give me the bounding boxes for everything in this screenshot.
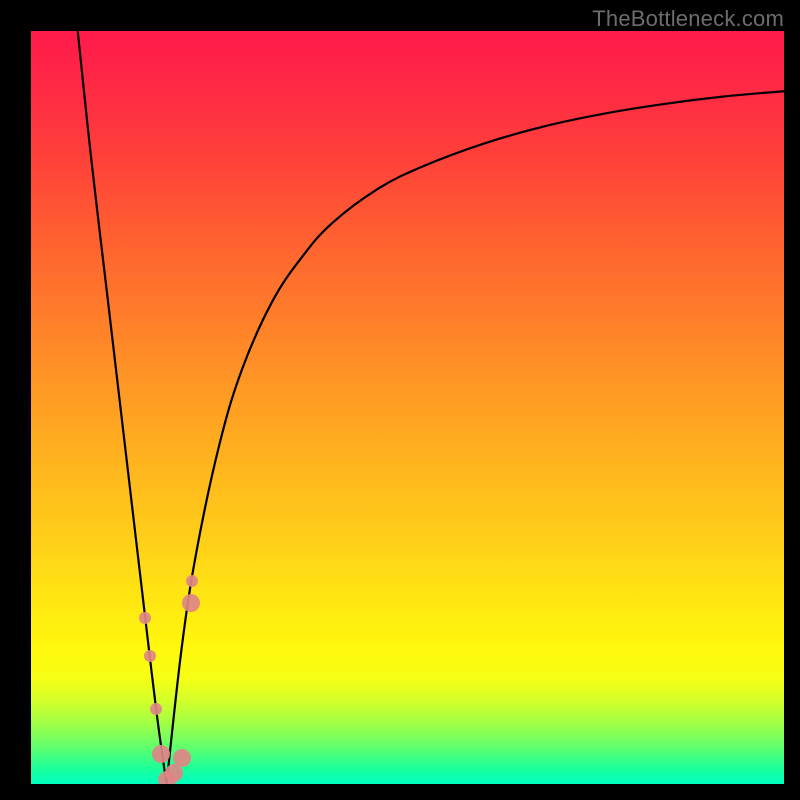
data-point: [139, 612, 151, 624]
chart-frame: TheBottleneck.com: [0, 0, 800, 800]
plot-area: [31, 31, 784, 784]
data-point: [150, 703, 162, 715]
data-point: [173, 749, 191, 767]
data-point: [144, 650, 156, 662]
watermark-text: TheBottleneck.com: [592, 6, 784, 32]
data-point: [182, 594, 200, 612]
bottleneck-curve: [31, 31, 784, 784]
curve-left-branch: [78, 31, 167, 784]
curve-right-branch: [167, 91, 784, 784]
data-point: [186, 575, 198, 587]
data-point: [152, 745, 170, 763]
